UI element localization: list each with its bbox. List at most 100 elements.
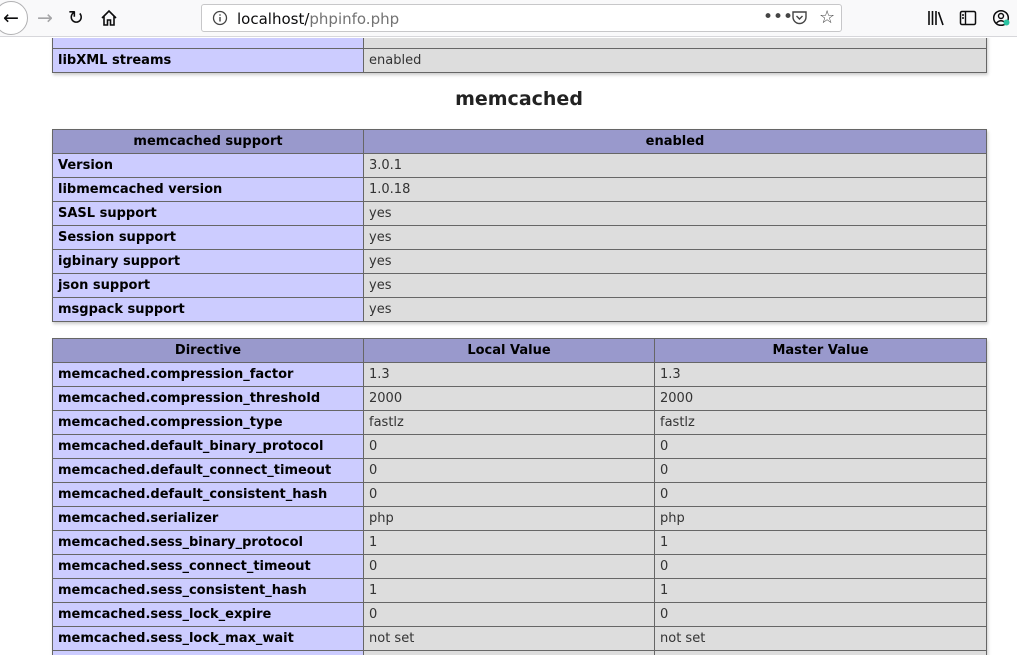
table-value-cell: 3.0.1	[363, 153, 987, 178]
local-value-cell: 0	[363, 434, 655, 459]
table-header-row: memcached support enabled	[52, 129, 987, 154]
table-row: memcached.compression_threshold 2000 2000	[52, 386, 987, 411]
local-value-cell: php	[363, 506, 655, 531]
table-key-cell: Version	[52, 153, 364, 178]
directive-cell: memcached.sess_connect_timeout	[52, 554, 364, 579]
section-title: memcached	[455, 88, 583, 110]
table-row: msgpack support yes	[52, 297, 987, 322]
table-row: libmemcached version 1.0.18	[52, 177, 987, 202]
local-value-cell: not set	[363, 626, 655, 651]
table-row: memcached.sess_consistent_hash 1 1	[52, 578, 987, 603]
arrow-right-icon: →	[37, 7, 53, 29]
home-button[interactable]	[93, 2, 125, 34]
local-value-cell: 1	[363, 530, 655, 555]
master-value-cell	[654, 650, 987, 655]
master-value-cell: not set	[654, 626, 987, 651]
table-header-cell: Directive	[52, 338, 364, 363]
table-key-cell: Session support	[52, 225, 364, 250]
sidebar-icon	[959, 10, 977, 26]
table-key-cell: json support	[52, 273, 364, 298]
table-key-cell: libmemcached version	[52, 177, 364, 202]
table-value-cell: yes	[363, 273, 987, 298]
home-icon	[101, 9, 117, 26]
url-text[interactable]: localhost/phpinfo.php	[237, 10, 399, 28]
table-header-row: Directive Local Value Master Value	[52, 338, 987, 363]
previous-section-table: libXML streams enabled	[52, 38, 987, 73]
local-value-cell: 0	[363, 482, 655, 507]
table-row: memcached.serializer php php	[52, 506, 987, 531]
reload-icon: ↻	[68, 7, 84, 29]
back-button[interactable]: ←	[0, 1, 28, 35]
pocket-icon[interactable]	[791, 9, 808, 30]
table-value-cell: yes	[363, 297, 987, 322]
table-row: memcached.default_binary_protocol 0 0	[52, 434, 987, 459]
page-actions-icon[interactable]: •••	[763, 7, 793, 27]
table-row: memcached.default_consistent_hash 0 0	[52, 482, 987, 507]
master-value-cell: php	[654, 506, 987, 531]
table-row	[52, 650, 987, 655]
master-value-cell: fastlz	[654, 410, 987, 435]
table-row: Version 3.0.1	[52, 153, 987, 178]
directive-cell: memcached.compression_threshold	[52, 386, 364, 411]
master-value-cell: 1.3	[654, 362, 987, 387]
table-row: memcached.sess_lock_max_wait not set not s…	[52, 626, 987, 651]
table-row: igbinary support yes	[52, 249, 987, 274]
directive-cell: memcached.serializer	[52, 506, 364, 531]
master-value-cell: 1	[654, 530, 987, 555]
url-path: phpinfo.php	[309, 10, 400, 28]
local-value-cell: 2000	[363, 386, 655, 411]
memcached-support-table: memcached support enabled Version 3.0.1 l…	[52, 129, 987, 322]
bookmark-star-icon[interactable]: ☆	[819, 7, 835, 28]
table-header-cell: memcached support	[52, 129, 364, 154]
directive-cell	[52, 650, 364, 655]
table-row: memcached.sess_connect_timeout 0 0	[52, 554, 987, 579]
table-row: libXML streams enabled	[52, 48, 987, 73]
table-value-cell: 1.0.18	[363, 177, 987, 202]
account-button[interactable]	[985, 2, 1017, 34]
table-key-cell: msgpack support	[52, 297, 364, 322]
master-value-cell: 0	[654, 458, 987, 483]
table-row: memcached.default_connect_timeout 0 0	[52, 458, 987, 483]
url-host: localhost/	[237, 10, 310, 28]
url-bar[interactable]: localhost/phpinfo.php ••• ☆	[201, 4, 842, 32]
master-value-cell: 2000	[654, 386, 987, 411]
master-value-cell: 0	[654, 602, 987, 627]
local-value-cell: 0	[363, 554, 655, 579]
master-value-cell: 0	[654, 434, 987, 459]
directive-cell: memcached.compression_type	[52, 410, 364, 435]
local-value-cell: 1	[363, 578, 655, 603]
local-value-cell	[363, 650, 655, 655]
info-icon[interactable]	[212, 10, 228, 30]
local-value-cell: 0	[363, 458, 655, 483]
page-content: libXML streams enabled memcached memcach…	[0, 38, 1017, 655]
table-header-cell: Local Value	[363, 338, 655, 363]
master-value-cell: 0	[654, 482, 987, 507]
table-row: memcached.sess_lock_expire 0 0	[52, 602, 987, 627]
table-row: json support yes	[52, 273, 987, 298]
reload-button[interactable]: ↻	[60, 2, 92, 34]
browser-toolbar: ← → ↻ localhost/phpinfo.php ••• ☆	[0, 0, 1017, 37]
local-value-cell: 0	[363, 602, 655, 627]
library-button[interactable]	[920, 2, 952, 34]
directive-cell: memcached.default_connect_timeout	[52, 458, 364, 483]
local-value-cell: fastlz	[363, 410, 655, 435]
table-row: memcached.sess_binary_protocol 1 1	[52, 530, 987, 555]
directive-cell: memcached.default_consistent_hash	[52, 482, 364, 507]
directive-cell: memcached.sess_consistent_hash	[52, 578, 364, 603]
account-icon	[992, 9, 1010, 27]
table-value-cell: yes	[363, 249, 987, 274]
arrow-left-icon: ←	[3, 7, 19, 29]
sidebar-button[interactable]	[952, 2, 984, 34]
table-value-cell: yes	[363, 201, 987, 226]
table-value-cell: yes	[363, 225, 987, 250]
table-header-cell: Master Value	[654, 338, 987, 363]
master-value-cell: 1	[654, 578, 987, 603]
directive-cell: memcached.default_binary_protocol	[52, 434, 364, 459]
directive-cell: memcached.sess_binary_protocol	[52, 530, 364, 555]
table-row: Session support yes	[52, 225, 987, 250]
directive-cell: memcached.sess_lock_expire	[52, 602, 364, 627]
table-header-cell: enabled	[363, 129, 987, 154]
table-row: SASL support yes	[52, 201, 987, 226]
forward-button[interactable]: →	[29, 2, 61, 34]
table-key-cell: igbinary support	[52, 249, 364, 274]
